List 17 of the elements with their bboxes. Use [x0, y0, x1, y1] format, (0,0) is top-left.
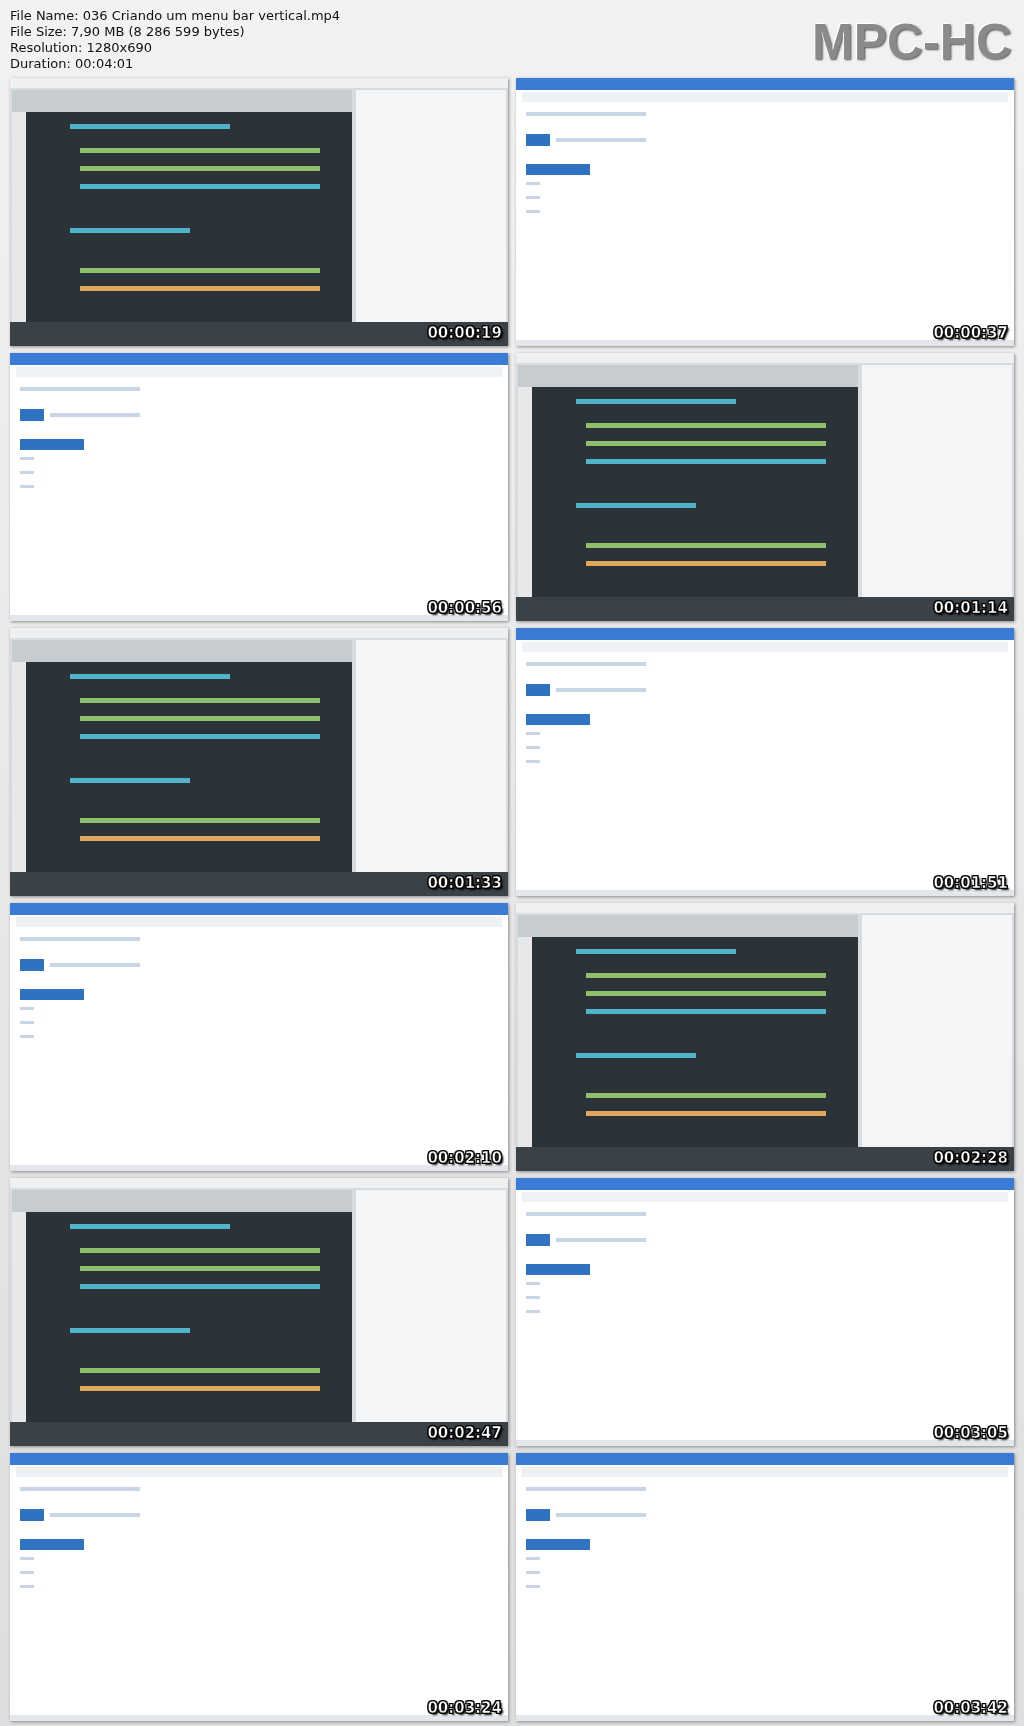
file-info-text: Resolution: 1280x690: [10, 40, 154, 56]
timestamp: 00:02:10: [427, 1149, 502, 1167]
file-info-text: File Size: 7,90 MB (8 286 599 bytes): [10, 24, 246, 40]
file-info-text: File Name: 036 Criando um menu bar vertical.mp4: [10, 8, 341, 24]
file-info-text: Duration: 00:04:01: [10, 56, 135, 72]
timestamp: 00:01:33: [427, 874, 502, 892]
timestamp: 00:01:14: [933, 599, 1008, 617]
timestamp: 00:02:47: [427, 1424, 502, 1442]
timestamp: 00:03:42: [933, 1699, 1008, 1717]
timestamp: 00:00:37: [933, 324, 1008, 342]
timestamp: 00:01:51: [933, 874, 1008, 892]
timestamp: 00:00:56: [427, 599, 502, 617]
timestamp: 00:03:05: [933, 1424, 1008, 1442]
timestamp: 00:03:24: [427, 1699, 502, 1717]
timestamp: 00:00:19: [427, 324, 502, 342]
player-logo: MPC-HC: [812, 13, 1012, 72]
timestamp: 00:02:28: [933, 1149, 1008, 1167]
